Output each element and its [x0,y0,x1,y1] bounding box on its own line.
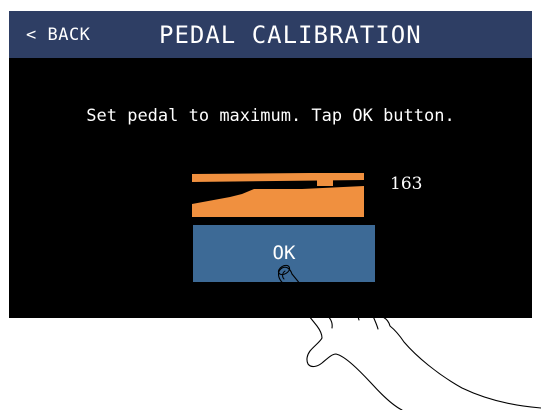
pedal-icon [192,173,364,217]
header-bar: < BACK PEDAL CALIBRATION [9,11,532,58]
pointing-hand-illustration [277,264,541,410]
pedal-value: 163 [390,174,423,194]
page-title: PEDAL CALIBRATION [159,21,422,49]
instruction-text: Set pedal to maximum. Tap OK button. [86,106,455,126]
back-button[interactable]: < BACK [26,20,90,50]
